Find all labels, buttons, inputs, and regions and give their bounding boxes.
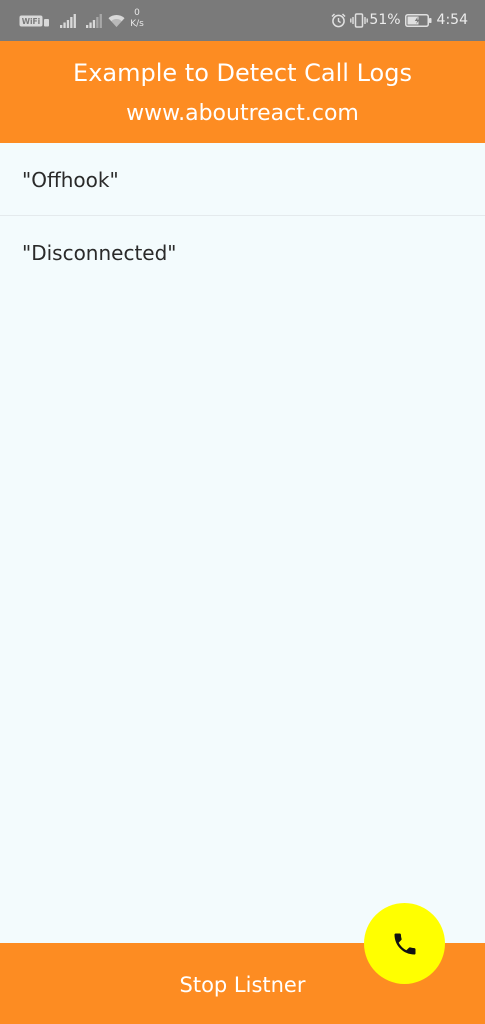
status-bar-right: 51% 4:54 bbox=[331, 9, 468, 31]
wifi-badge-text: WiFi bbox=[22, 17, 41, 26]
wifi-badge-icon: WiFi bbox=[19, 13, 50, 27]
list-item-text: "Disconnected" bbox=[22, 241, 177, 265]
battery-percent: 51% bbox=[369, 12, 401, 28]
signal-icon-secondary bbox=[86, 13, 103, 28]
header-subtitle: www.aboutreact.com bbox=[126, 101, 359, 126]
header-title: Example to Detect Call Logs bbox=[73, 59, 412, 87]
status-bar-left: WiFi 0 K/s bbox=[19, 8, 146, 32]
phone-icon bbox=[391, 930, 419, 958]
signal-icon bbox=[60, 13, 77, 28]
net-speed-unit: K/s bbox=[130, 19, 144, 29]
clock: 4:54 bbox=[436, 12, 468, 28]
list-item: "Disconnected" bbox=[0, 216, 485, 289]
list-item-text: "Offhook" bbox=[22, 168, 119, 192]
status-bar: WiFi 0 K/s 51% 4:54 bbox=[0, 0, 485, 41]
vibrate-icon bbox=[350, 12, 369, 28]
app-header: Example to Detect Call Logs www.aboutrea… bbox=[0, 41, 485, 143]
net-speed: 0 K/s bbox=[128, 8, 146, 32]
net-speed-value: 0 bbox=[134, 8, 140, 18]
wifi-icon bbox=[108, 13, 125, 27]
battery-icon bbox=[404, 13, 432, 27]
call-log-list: "Offhook" "Disconnected" bbox=[0, 143, 485, 289]
call-fab-button[interactable] bbox=[364, 903, 445, 984]
list-item: "Offhook" bbox=[0, 143, 485, 216]
alarm-icon bbox=[331, 12, 346, 28]
